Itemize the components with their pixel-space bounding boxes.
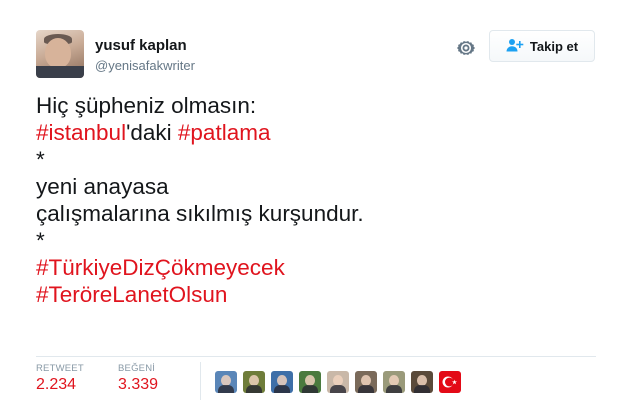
tweet-text-segment: çalışmalarına sıkılmış kurşundur.: [36, 201, 364, 226]
tweet-line: #TeröreLanetOlsun: [36, 281, 596, 308]
divider: [36, 356, 596, 357]
user-handle[interactable]: @yenisafakwriter: [95, 58, 195, 73]
turkish-flag-icon: [442, 376, 457, 388]
liker-avatar-1[interactable]: [215, 371, 237, 393]
follow-button[interactable]: Takip et: [489, 30, 595, 62]
likes-label: BEĞENİ: [118, 363, 156, 374]
gear-icon[interactable]: [455, 37, 477, 59]
tweet-text: Hiç şüpheniz olmasın: #istanbul'daki #pat…: [36, 92, 596, 308]
tweet-text-segment: 'daki: [126, 120, 178, 145]
retweet-count[interactable]: 2.234: [36, 376, 84, 394]
tweet-text-segment: *: [36, 147, 45, 172]
hashtag-link[interactable]: #TeröreLanetOlsun: [36, 282, 227, 307]
tweet-text-segment: *: [36, 228, 45, 253]
liker-avatar-8[interactable]: [411, 371, 433, 393]
tweet-text-segment: Hiç şüpheniz olmasın:: [36, 93, 257, 118]
tweet-line: çalışmalarına sıkılmış kurşundur.: [36, 200, 596, 227]
tweet-text-segment: yeni anayasa: [36, 174, 169, 199]
liker-avatar-7[interactable]: [383, 371, 405, 393]
retweet-stat[interactable]: RETWEET 2.234: [36, 363, 84, 394]
stats-separator: [200, 362, 201, 400]
tweet-line: *: [36, 227, 596, 254]
likes-count[interactable]: 3.339: [118, 376, 158, 394]
retweet-label: RETWEET: [36, 363, 84, 374]
liker-avatar-flag[interactable]: [439, 371, 461, 393]
tweet-line: *: [36, 146, 596, 173]
user-display-name[interactable]: yusuf kaplan: [95, 37, 187, 54]
likes-stat[interactable]: BEĞENİ 3.339: [118, 363, 158, 394]
tweet-line: yeni anayasa: [36, 173, 596, 200]
embedded-tweet: yusuf kaplan @yenisafakwriter Takip et H…: [0, 0, 633, 409]
follow-button-label: Takip et: [529, 38, 579, 54]
tweet-line: Hiç şüpheniz olmasın:: [36, 92, 596, 119]
tweet-line: #TürkiyeDizÇökmeyecek: [36, 254, 596, 281]
likers-avatars: [215, 371, 461, 393]
liker-avatar-5[interactable]: [327, 371, 349, 393]
hashtag-link[interactable]: #istanbul: [36, 120, 126, 145]
liker-avatar-3[interactable]: [271, 371, 293, 393]
tweet-line: #istanbul'daki #patlama: [36, 119, 596, 146]
liker-avatar-2[interactable]: [243, 371, 265, 393]
hashtag-link[interactable]: #patlama: [178, 120, 271, 145]
hashtag-link[interactable]: #TürkiyeDizÇökmeyecek: [36, 255, 285, 280]
user-avatar[interactable]: [36, 30, 84, 78]
follow-person-icon: [506, 38, 524, 55]
liker-avatar-6[interactable]: [355, 371, 377, 393]
liker-avatar-4[interactable]: [299, 371, 321, 393]
